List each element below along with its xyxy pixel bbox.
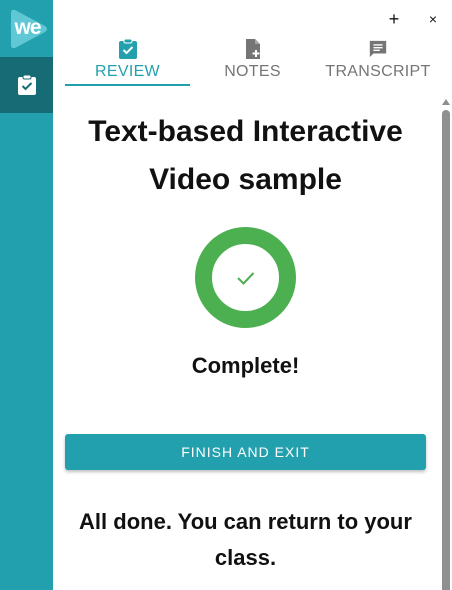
scrollbar-thumb[interactable] bbox=[442, 110, 450, 590]
close-button[interactable]: × bbox=[423, 9, 443, 29]
tab-review[interactable]: REVIEW bbox=[65, 38, 190, 86]
checkmark-icon bbox=[237, 272, 255, 285]
tab-transcript[interactable]: TRANSCRIPT bbox=[318, 38, 438, 86]
done-message: All done. You can return to your class. bbox=[79, 509, 412, 570]
tab-transcript-label: TRANSCRIPT bbox=[325, 63, 431, 80]
left-rail: we bbox=[0, 0, 53, 590]
rail-item-review[interactable] bbox=[0, 57, 53, 113]
file-add-icon bbox=[243, 38, 263, 60]
scroll-up-arrow-icon[interactable] bbox=[440, 97, 452, 107]
logo-text: we bbox=[14, 15, 41, 39]
app-window: we + × REVIEW NOTES TRANSCRIPT Text-base… bbox=[0, 0, 452, 590]
app-logo: we bbox=[0, 0, 53, 57]
page-title: Text-based Interactive Video sample bbox=[88, 115, 403, 196]
clipboard-check-icon bbox=[17, 74, 36, 95]
tab-notes[interactable]: NOTES bbox=[190, 38, 315, 86]
logo-mark: we bbox=[5, 7, 49, 51]
tab-review-label: REVIEW bbox=[95, 63, 160, 80]
add-button[interactable]: + bbox=[384, 9, 404, 29]
finish-and-exit-button[interactable]: FINISH AND EXIT bbox=[65, 434, 426, 470]
completion-ring bbox=[195, 227, 296, 328]
clipboard-check-icon bbox=[118, 38, 138, 60]
active-tab-indicator bbox=[65, 84, 190, 86]
message-lines-icon bbox=[368, 38, 388, 60]
completion-ring-track bbox=[195, 227, 296, 328]
status-text: Complete! bbox=[191, 353, 300, 378]
tab-notes-label: NOTES bbox=[224, 63, 281, 80]
